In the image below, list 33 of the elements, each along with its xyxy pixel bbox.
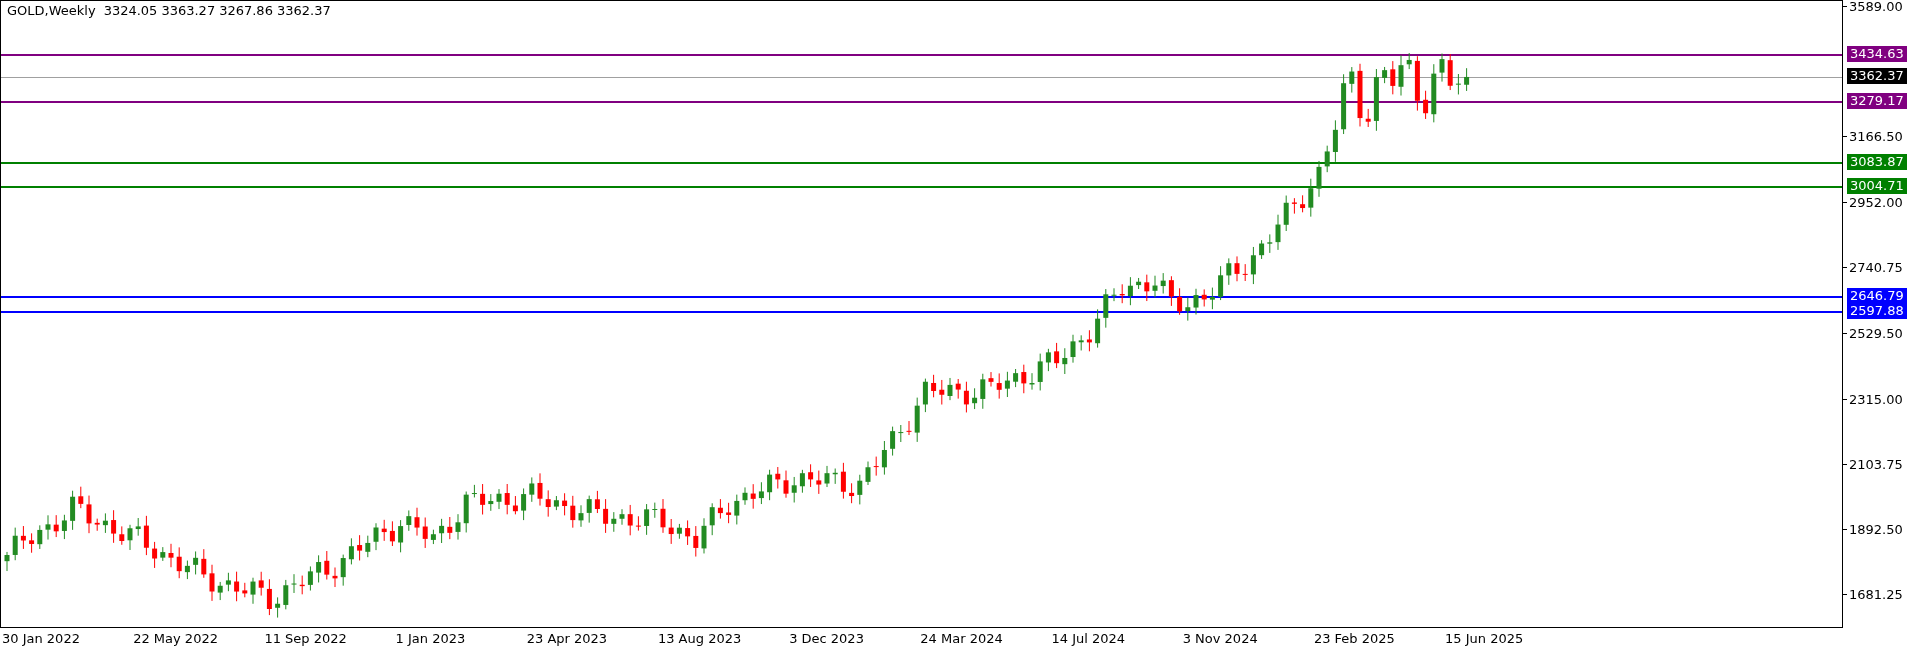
- price-level-label: 3279.17: [1847, 93, 1907, 110]
- ohlc-value: 3324.05: [103, 3, 158, 18]
- price-tick-label: 2952.00: [1849, 195, 1903, 211]
- time-axis-label: 15 Jun 2025: [1445, 630, 1525, 646]
- price-level-label: 3434.63: [1847, 45, 1907, 62]
- price-tick-label: 1892.50: [1849, 521, 1903, 537]
- time-axis-label: 1 Jan 2023: [395, 630, 467, 646]
- time-axis-label: 22 May 2022: [133, 630, 219, 646]
- price-level-label: 2597.88: [1847, 303, 1907, 320]
- price-tick-label: 3166.50: [1849, 129, 1903, 145]
- time-axis-label: 3 Dec 2023: [789, 630, 865, 646]
- time-axis-label: 23 Feb 2025: [1313, 630, 1396, 646]
- symbol-title: GOLD,Weekly: [7, 3, 96, 18]
- ohlc-value: 3363.27: [161, 3, 216, 18]
- time-axis-label: 14 Jul 2024: [1051, 630, 1127, 646]
- price-level-label: 3004.71: [1847, 178, 1907, 195]
- price-tick-label: 2315.00: [1849, 391, 1903, 407]
- price-level-label: 3083.87: [1847, 153, 1907, 170]
- time-axis-label: 24 Mar 2024: [920, 630, 1004, 646]
- price-tick-label: 3589.00: [1849, 0, 1903, 14]
- price-tick-label: 2103.75: [1849, 456, 1903, 472]
- price-level-label: 3362.37: [1847, 67, 1907, 84]
- price-tick-label: 2529.50: [1849, 325, 1903, 341]
- price-tick-label: 2740.75: [1849, 260, 1903, 276]
- ohlc-value: 3267.86: [219, 3, 273, 18]
- time-axis-label: 30 Jan 2022: [2, 630, 81, 646]
- time-axis-label: 23 Apr 2023: [526, 630, 609, 646]
- time-axis-label: 3 Nov 2024: [1182, 630, 1259, 646]
- time-axis-label: 13 Aug 2023: [657, 630, 743, 646]
- time-axis-label: 11 Sep 2022: [264, 630, 348, 646]
- price-tick-label: 1681.25: [1849, 587, 1903, 602]
- ohlc-value: 3362.37: [276, 3, 331, 18]
- price-level-label: 2646.79: [1847, 288, 1907, 305]
